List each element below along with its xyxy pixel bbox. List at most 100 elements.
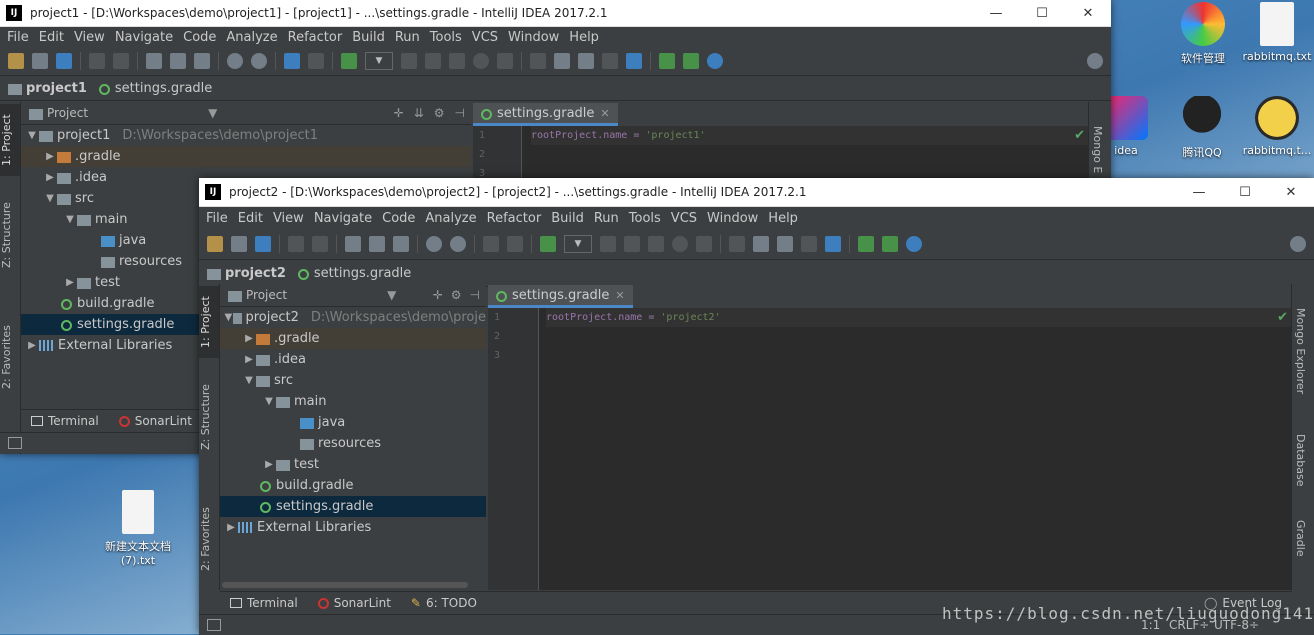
terminal-button[interactable]: Terminal	[230, 596, 298, 610]
sdk-icon[interactable]	[777, 236, 793, 252]
desktop-icon-rabbitmq-ue[interactable]: rabbitmq.t...	[1237, 96, 1314, 157]
tree-node-java[interactable]: java	[220, 412, 486, 433]
redo-icon[interactable]	[113, 53, 129, 69]
menu-edit[interactable]: Edit	[233, 211, 268, 226]
find-icon[interactable]	[227, 53, 243, 69]
breadcrumb-file[interactable]: settings.gradle	[98, 81, 212, 96]
menu-navigate[interactable]: Navigate	[110, 30, 178, 45]
desktop-icon-qq[interactable]: 腾讯QQ	[1162, 96, 1242, 160]
settings-icon[interactable]	[554, 53, 570, 69]
tree-node-main[interactable]: ▼ main	[220, 391, 486, 412]
tool-structure[interactable]: Z: Structure	[0, 194, 20, 276]
cut-icon[interactable]	[345, 236, 361, 252]
cut-icon[interactable]	[146, 53, 162, 69]
dropdown-chevron-icon[interactable]: ▼	[208, 106, 217, 120]
tool-project[interactable]: 1: Project	[199, 286, 219, 358]
tree-node-build-gradle[interactable]: build.gradle	[220, 475, 486, 496]
monitor-icon[interactable]	[882, 236, 898, 252]
desktop-icon-rabbitmq-txt[interactable]: rabbitmq.txt	[1237, 2, 1314, 63]
find-icon[interactable]	[426, 236, 442, 252]
tool-database[interactable]: Database	[1294, 434, 1307, 487]
breadcrumb-file[interactable]: settings.gradle	[297, 266, 411, 281]
replace-icon[interactable]	[450, 236, 466, 252]
tool-favorites[interactable]: 2: Favorites	[0, 316, 20, 398]
run-config-select[interactable]: ▼	[365, 52, 393, 70]
plugin-icon[interactable]	[858, 236, 874, 252]
undo-icon[interactable]	[89, 53, 105, 69]
menu-refactor[interactable]: Refactor	[283, 30, 348, 45]
menu-help[interactable]: Help	[763, 211, 803, 226]
menu-build[interactable]: Build	[347, 30, 390, 45]
close-tab-icon[interactable]: ✕	[600, 107, 609, 120]
tree-node-gradle-dir[interactable]: ▶ .gradle	[220, 328, 486, 349]
dropdown-chevron-icon[interactable]: ▼	[387, 288, 396, 302]
monitor-icon[interactable]	[683, 53, 699, 69]
collapse-icon[interactable]: ⇊	[414, 106, 424, 120]
vcs-icon[interactable]	[801, 236, 817, 252]
run-icon[interactable]	[600, 236, 616, 252]
maximize-button[interactable]: ☐	[1222, 185, 1268, 200]
profile-icon[interactable]	[473, 53, 489, 69]
menu-run[interactable]: Run	[390, 30, 425, 45]
sync-icon[interactable]	[255, 236, 271, 252]
minimize-button[interactable]: —	[1176, 185, 1222, 200]
scroll-from-source-icon[interactable]: ✛	[433, 288, 443, 302]
maximize-button[interactable]: ☐	[1019, 6, 1065, 21]
hide-icon[interactable]: ⊣	[455, 106, 465, 120]
menu-build[interactable]: Build	[546, 211, 589, 226]
tab-settings-gradle[interactable]: settings.gradle ✕	[488, 285, 633, 308]
menu-tools[interactable]: Tools	[425, 30, 467, 45]
sonarlint-button[interactable]: SonarLint	[118, 414, 192, 428]
sonarlint-button[interactable]: SonarLint	[317, 596, 391, 610]
forward-icon[interactable]	[507, 236, 523, 252]
status-toggle-icon[interactable]	[8, 437, 22, 449]
help-icon[interactable]	[825, 236, 841, 252]
tool-favorites[interactable]: 2: Favorites	[199, 498, 219, 580]
tree-node-src[interactable]: ▼ src	[220, 370, 486, 391]
coverage-icon[interactable]	[449, 53, 465, 69]
stop-icon[interactable]	[696, 236, 712, 252]
minimize-button[interactable]: —	[973, 6, 1019, 21]
save-icon[interactable]	[32, 53, 48, 69]
code-area[interactable]: rootProject.name = 'project1'	[531, 126, 1089, 145]
project-structure-icon[interactable]	[530, 53, 546, 69]
menu-refactor[interactable]: Refactor	[482, 211, 547, 226]
tree-node-settings-gradle[interactable]: settings.gradle	[220, 496, 486, 517]
tree-node-idea-dir[interactable]: ▶ .idea	[220, 349, 486, 370]
menu-vcs[interactable]: VCS	[666, 211, 702, 226]
help-icon[interactable]	[626, 53, 642, 69]
build-icon[interactable]	[341, 53, 357, 69]
hide-icon[interactable]: ⊣	[470, 288, 480, 302]
tool-structure[interactable]: Z: Structure	[199, 376, 219, 458]
todo-button[interactable]: ✎ 6: TODO	[411, 596, 477, 610]
sdk-icon[interactable]	[578, 53, 594, 69]
forward-icon[interactable]	[308, 53, 324, 69]
replace-icon[interactable]	[251, 53, 267, 69]
menu-help[interactable]: Help	[564, 30, 604, 45]
menu-window[interactable]: Window	[503, 30, 564, 45]
tree-node-external-libraries[interactable]: ▶ External Libraries	[220, 517, 486, 538]
open-folder-icon[interactable]	[207, 236, 223, 252]
settings-icon[interactable]	[753, 236, 769, 252]
menu-file[interactable]: File	[201, 211, 233, 226]
debug-icon[interactable]	[624, 236, 640, 252]
undo-icon[interactable]	[288, 236, 304, 252]
desktop-icon-software-manager[interactable]: 软件管理	[1163, 2, 1243, 66]
gear-icon[interactable]: ⚙	[434, 106, 445, 120]
copy-icon[interactable]	[170, 53, 186, 69]
desktop-icon-new-text-doc[interactable]: 新建文本文档 (7).txt	[98, 490, 178, 567]
gear-icon[interactable]: ⚙	[451, 288, 462, 302]
tree-node-project2[interactable]: ▼ project2 D:\Workspaces\demo\proje	[220, 307, 486, 328]
stop-icon[interactable]	[497, 53, 513, 69]
run-icon[interactable]	[401, 53, 417, 69]
coverage-icon[interactable]	[648, 236, 664, 252]
menu-analyze[interactable]: Analyze	[221, 30, 282, 45]
back-icon[interactable]	[284, 53, 300, 69]
sync-icon[interactable]	[56, 53, 72, 69]
menu-view[interactable]: View	[268, 211, 309, 226]
close-button[interactable]: ✕	[1268, 185, 1314, 200]
menu-vcs[interactable]: VCS	[467, 30, 503, 45]
project-structure-icon[interactable]	[729, 236, 745, 252]
tool-project[interactable]: 1: Project	[0, 104, 20, 176]
breadcrumb-project[interactable]: project2	[207, 266, 286, 281]
